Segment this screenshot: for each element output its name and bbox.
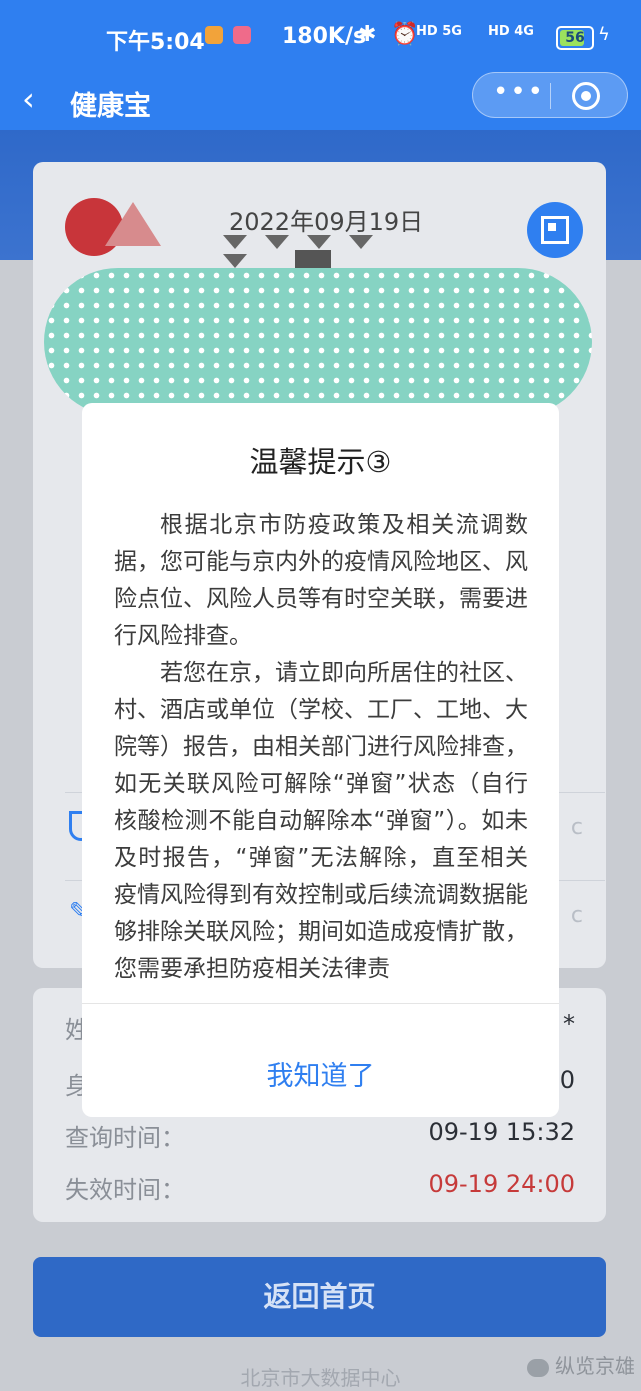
qr-code-button[interactable] bbox=[527, 202, 583, 258]
network-speed: 180K/s bbox=[282, 24, 367, 49]
charging-icon: ϟ bbox=[598, 24, 610, 45]
nav-bar: ‹ 健康宝 ••• bbox=[0, 72, 641, 130]
status-time: 下午5:04 bbox=[106, 30, 205, 55]
battery-icon: 56 bbox=[556, 26, 594, 50]
row-faint-mark: c bbox=[570, 815, 583, 840]
return-home-button[interactable]: 返回首页 bbox=[33, 1257, 606, 1337]
acknowledge-button[interactable]: 我知道了 bbox=[82, 1004, 559, 1117]
dialog-body[interactable]: 根据北京市防疫政策及相关流调数据，您可能与京内外的疫情风险地区、风险点位、风险人… bbox=[114, 507, 528, 1003]
logo-decoration bbox=[105, 202, 161, 246]
warning-dialog: 温馨提示③ 根据北京市防疫政策及相关流调数据，您可能与京内外的疫情风险地区、风险… bbox=[82, 403, 559, 1117]
info-row-expire-time: 失效时间： 09-19 24:00 bbox=[65, 1170, 575, 1210]
close-mini-program-icon[interactable] bbox=[572, 82, 600, 110]
id-value: 0 bbox=[559, 1066, 575, 1094]
status-bar: 下午5:04 180K/s ✱ ⏰ HD 5G HD 4G 56 ϟ bbox=[0, 0, 641, 72]
qr-code-icon bbox=[541, 216, 569, 244]
more-icon[interactable]: ••• bbox=[493, 77, 545, 107]
row-faint-mark: c bbox=[570, 903, 583, 928]
back-icon[interactable]: ‹ bbox=[22, 80, 35, 118]
date-pattern bbox=[223, 234, 423, 268]
wechat-icon bbox=[527, 1358, 549, 1377]
info-row-query-time: 查询时间： 09-19 15:32 bbox=[65, 1118, 575, 1158]
signal-4g-icon: HD 4G bbox=[488, 24, 534, 39]
dialog-paragraph-1: 根据北京市防疫政策及相关流调数据，您可能与京内外的疫情风险地区、风险点位、风险人… bbox=[114, 512, 528, 649]
expire-time-label: 失效时间： bbox=[65, 1176, 185, 1204]
query-time-label: 查询时间： bbox=[65, 1124, 185, 1152]
mini-program-capsule: ••• bbox=[472, 72, 628, 118]
capsule-divider bbox=[550, 83, 551, 109]
watermark: 纵览京雄 bbox=[527, 1350, 635, 1379]
card-date: 2022年09月19日 bbox=[229, 208, 424, 236]
signal-5g-icon: HD 5G bbox=[416, 24, 462, 39]
dialog-paragraph-2: 若您在京，请立即向所居住的社区、村、酒店或单位（学校、工厂、工地、大院等）报告，… bbox=[114, 660, 528, 982]
bluetooth-alarm-icons: ✱ ⏰ bbox=[358, 22, 423, 47]
page-title: 健康宝 bbox=[70, 91, 151, 122]
query-time-value: 09-19 15:32 bbox=[428, 1118, 575, 1146]
notification-icon bbox=[205, 26, 223, 44]
name-value: * bbox=[563, 1010, 575, 1038]
battery-level: 56 bbox=[565, 30, 585, 46]
redacted-area bbox=[44, 268, 592, 416]
watermark-text: 纵览京雄 bbox=[555, 1354, 635, 1378]
dialog-title: 温馨提示③ bbox=[249, 445, 392, 479]
app-badge-icon bbox=[233, 26, 251, 44]
expire-time-value: 09-19 24:00 bbox=[428, 1170, 575, 1198]
